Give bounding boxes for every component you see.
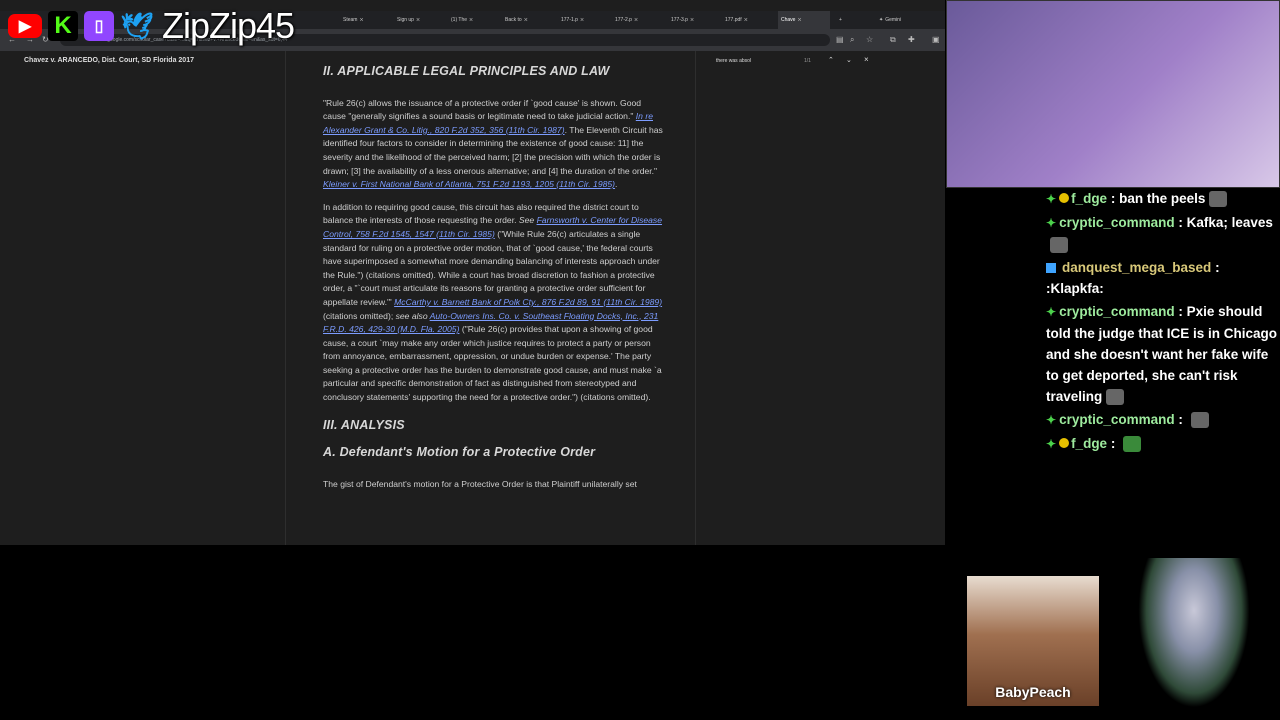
emote-icon <box>1123 436 1142 453</box>
extensions-icon[interactable]: ⧉ <box>890 35 896 45</box>
close-icon[interactable]: × <box>690 17 694 24</box>
gem-icon: ✦ <box>1046 413 1057 427</box>
tab-label: (1) The <box>451 17 468 23</box>
paragraph: In addition to requiring good cause, thi… <box>323 201 663 403</box>
tab-label: 177.pdf <box>725 17 742 23</box>
section-heading: III. ANALYSIS <box>323 417 405 432</box>
chat-message: ✦ cryptic_command : Pxie should told the … <box>1046 304 1278 406</box>
tab-youtube[interactable]: (1) The × <box>448 11 500 29</box>
tab-label: 177-2.p <box>615 17 632 23</box>
find-bar: there was absol 1/1 ⌃ ⌄ × <box>710 54 880 68</box>
twitter-logo: 🕊 <box>120 10 154 41</box>
elf-avatar <box>1138 558 1250 708</box>
tab-pdf-1[interactable]: 177-1.p × <box>558 11 610 29</box>
youtube-logo: ▶ <box>8 14 42 38</box>
kick-logo: K <box>48 11 78 41</box>
close-icon[interactable]: × <box>469 17 473 24</box>
citation-link[interactable]: Kleiner v. First National Bank of Atlant… <box>323 179 615 189</box>
close-icon[interactable]: × <box>580 17 584 24</box>
bookmark-star-icon[interactable]: ☆ <box>866 35 873 45</box>
emote-icon <box>1209 191 1228 208</box>
tab-chavez[interactable]: Chave × <box>778 11 830 29</box>
opinion-text: II. APPLICABLE LEGAL PRINCIPLES AND LAW … <box>323 64 663 500</box>
emote-icon <box>1190 412 1209 429</box>
chat-message: ✦ cryptic_command : Kafka; leaves <box>1046 212 1280 255</box>
twitch-logo: ▯ <box>84 11 114 41</box>
find-count: 1/1 <box>804 58 811 64</box>
close-icon[interactable]: × <box>524 17 528 24</box>
chat-message: ✦ f_dge : ban the peels <box>1046 188 1280 210</box>
tab-label: Sign up <box>397 17 414 23</box>
tab-label: Steam <box>343 17 358 23</box>
social-overlay: ▶ K ▯ 🕊 ZipZip45 <box>8 5 295 46</box>
stream-screen: Steam × Sign up × (1) The × Back to × 177-1.… <box>0 0 1280 720</box>
close-icon[interactable]: × <box>744 17 748 24</box>
tab-label: Back to <box>505 17 522 23</box>
tab-back[interactable]: Back to × <box>502 11 554 29</box>
tab-label: 177-1.p <box>561 17 578 23</box>
page-title: Chavez v. ARANCEDO, Dist. Court, SD Flor… <box>24 57 194 64</box>
tab-pdf-2[interactable]: 177-2.p × <box>612 11 664 29</box>
chat-overlay: ✦ f_dge : ban the peels ✦ cryptic_command … <box>1046 188 1280 478</box>
gem-icon: ✦ <box>1046 216 1057 230</box>
reader-icon[interactable]: ▤ <box>836 35 844 45</box>
puzzle-icon[interactable]: ✚ <box>908 35 915 45</box>
gem-icon: ✦ <box>1046 192 1057 206</box>
close-icon[interactable]: × <box>416 17 420 24</box>
cube-icon <box>1046 263 1056 274</box>
column-divider <box>285 51 286 545</box>
citation-link[interactable]: McCarthy v. Barnett Bank of Polk Cty., 8… <box>394 297 662 307</box>
find-input[interactable]: there was absol <box>716 58 751 64</box>
gemini-button[interactable]: ✦ Gemini <box>876 11 918 29</box>
babypeach-cam: BabyPeach <box>967 576 1099 706</box>
gemini-label: Gemini <box>885 17 902 23</box>
webcam-feed <box>946 0 1280 188</box>
emote-icon <box>1106 389 1125 406</box>
tab-label: 177-3.p <box>671 17 688 23</box>
page-content: Chavez v. ARANCEDO, Dist. Court, SD Flor… <box>0 51 945 545</box>
tab-pdf-3[interactable]: 177-3.p × <box>668 11 720 29</box>
close-icon[interactable]: × <box>359 17 363 24</box>
gemini-icon: ✦ <box>879 17 884 23</box>
sidepanel-icon[interactable]: ▣ <box>932 35 940 45</box>
tab-label: Chave <box>781 17 796 23</box>
chat-message: danquest_mega_based ::Klapkfa: <box>1046 260 1220 296</box>
browser-window: Steam × Sign up × (1) The × Back to × 177-1.… <box>0 0 945 545</box>
column-divider <box>695 51 696 545</box>
paragraph: "Rule 26(c) allows the issuance of a pro… <box>323 97 663 190</box>
close-icon[interactable]: × <box>797 17 801 24</box>
badge-icon <box>1059 193 1070 204</box>
gem-icon: ✦ <box>1046 305 1057 319</box>
close-icon[interactable]: × <box>634 17 638 24</box>
cam-label: BabyPeach <box>995 684 1071 700</box>
close-icon[interactable]: × <box>864 55 869 64</box>
gem-icon: ✦ <box>1046 437 1057 451</box>
chat-message: ✦ cryptic_command : <box>1046 409 1280 431</box>
tab-pdf[interactable]: 177.pdf × <box>722 11 774 29</box>
tab-steam[interactable]: Steam × <box>340 11 392 29</box>
streamer-handle: ZipZip45 <box>162 5 295 46</box>
badge-icon <box>1059 438 1070 449</box>
new-tab-button[interactable]: + <box>836 11 848 29</box>
zoom-icon[interactable]: ⌕ <box>850 35 854 45</box>
chevron-down-icon[interactable]: ⌄ <box>846 56 852 64</box>
chat-message: ✦ f_dge : <box>1046 433 1280 455</box>
section-heading: II. APPLICABLE LEGAL PRINCIPLES AND LAW <box>323 64 610 78</box>
tab-signup[interactable]: Sign up × <box>394 11 446 29</box>
paragraph: The gist of Defendant's motion for a Pro… <box>323 478 637 489</box>
emote-icon <box>1050 237 1068 254</box>
subsection-heading: A. Defendant's Motion for a Protective O… <box>323 445 596 460</box>
chevron-up-icon[interactable]: ⌃ <box>828 56 834 64</box>
